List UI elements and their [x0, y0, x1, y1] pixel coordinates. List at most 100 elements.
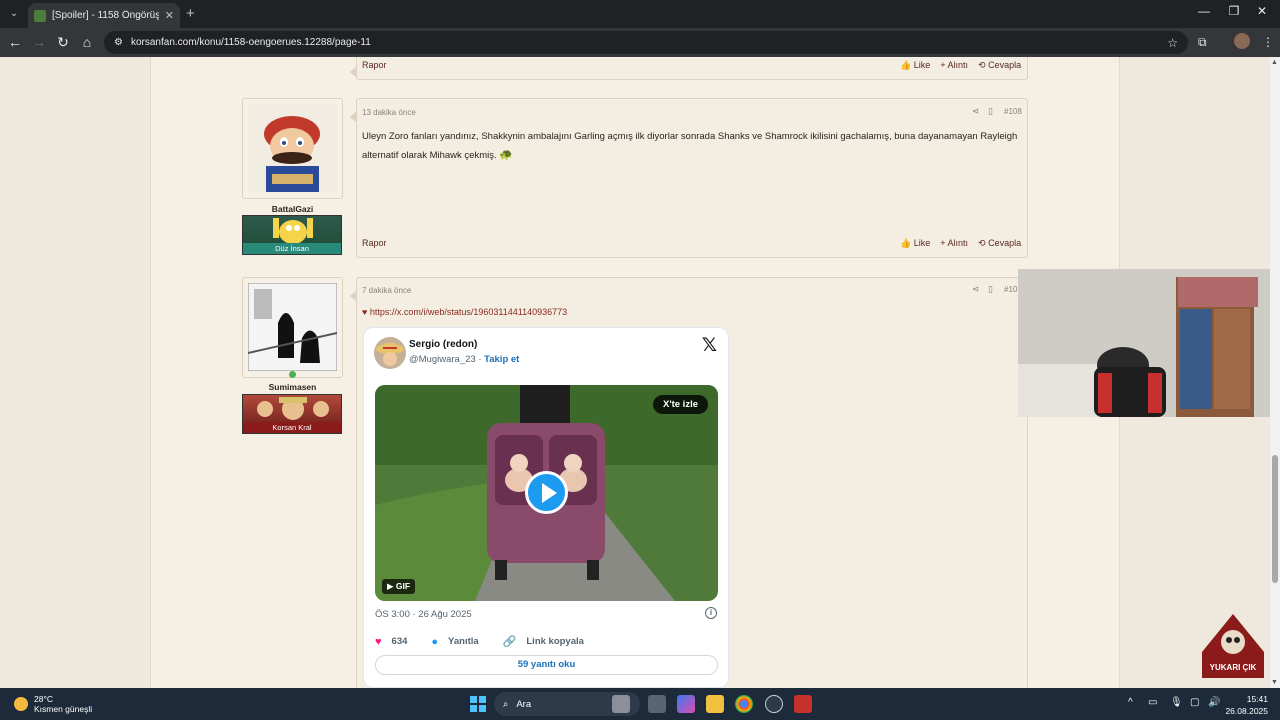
tab-title: [Spoiler] - 1158 Öngörüş | Sayfa — [52, 10, 159, 21]
report-link[interactable]: Rapor — [362, 238, 387, 248]
tweet-author-handle-row: @Mugiwara_23 · Takip et — [409, 354, 520, 365]
forward-icon[interactable]: → — [30, 34, 48, 50]
page-scrollbar[interactable]: ▲ ▼ — [1270, 57, 1280, 688]
like-count[interactable]: 634 — [392, 636, 408, 647]
watch-on-x-button[interactable]: X'te izle — [653, 395, 708, 414]
scroll-top-label: YUKARI ÇIK — [1209, 663, 1257, 672]
address-bar[interactable]: ⚙ korsanfan.com/konu/1158-oengoerues.122… — [104, 31, 1188, 54]
file-explorer-icon[interactable] — [706, 695, 724, 713]
username[interactable]: Sumimasen — [242, 382, 343, 392]
tweet-author-handle[interactable]: @Mugiwara_23 — [409, 354, 476, 365]
back-icon[interactable]: ← — [6, 34, 24, 50]
link-icon[interactable]: 🔗 — [503, 635, 517, 648]
url-text: korsanfan.com/konu/1158-oengoerues.12288… — [130, 37, 371, 48]
browser-toolbar: ← → ↻ ⌂ ⚙ korsanfan.com/konu/1158-oengoe… — [0, 28, 1280, 57]
post-text: Uleyn Zoro fanları yandınız, Shakkynin a… — [362, 131, 1018, 161]
tweet-url: https://x.com/i/web/status/1960311441140… — [369, 307, 568, 317]
browser-tab-strip: ⌄ [Spoiler] - 1158 Öngörüş | Sayfa ✕ + —… — [0, 0, 1280, 28]
rank-label: Korsan Kral — [243, 422, 341, 433]
recording-app-icon[interactable] — [794, 695, 812, 713]
close-window-icon[interactable]: ✕ — [1252, 4, 1272, 18]
extensions-icon[interactable]: ⧉ — [1198, 35, 1207, 50]
task-view-icon[interactable] — [648, 695, 666, 713]
copy-link-button[interactable]: Link kopyala — [526, 636, 584, 647]
read-replies-button[interactable]: 59 yanıtı oku — [375, 655, 718, 675]
copilot-icon[interactable] — [677, 695, 695, 713]
clock-time: 15:41 — [1246, 694, 1268, 704]
search-placeholder: Ara — [516, 698, 532, 710]
windows-taskbar: 28°C Kısmen güneşli ⌕ Ara ^ ▭ 🎙 ▢ 🔊 15:4… — [0, 688, 1280, 720]
post-number[interactable]: #108 — [1004, 107, 1022, 116]
display-icon[interactable]: ▢ — [1190, 697, 1199, 708]
tab-search-icon[interactable]: ⌄ — [6, 6, 22, 22]
weather-widget[interactable]: 28°C Kısmen güneşli — [14, 694, 92, 714]
site-info-icon[interactable]: ⚙ — [114, 37, 123, 48]
volume-icon[interactable]: 🔊 — [1208, 697, 1220, 708]
bookmark-star-icon[interactable]: ☆ — [1167, 36, 1178, 50]
info-icon[interactable]: i — [705, 607, 717, 619]
twitter-bird-icon: ♥ — [362, 307, 368, 317]
x-logo-icon[interactable]: 𝕏 — [702, 334, 717, 357]
bookmark-icon[interactable]: ▯ — [988, 106, 993, 117]
webcam-overlay — [1018, 269, 1280, 417]
share-icon[interactable]: ⋖ — [972, 284, 980, 295]
quote-button[interactable]: + Alıntı — [940, 238, 968, 249]
reply-bubble-icon[interactable]: ● — [431, 636, 438, 648]
post-actions: 👍 Like + Alıntı ⟲ Cevapla — [900, 238, 1021, 249]
heart-icon[interactable]: ♥ — [375, 636, 382, 648]
system-clock[interactable]: 15:41 26.08.2025 — [1225, 693, 1268, 717]
bookmark-icon[interactable]: ▯ — [988, 284, 993, 295]
tweet-actions: ♥ 634 ● Yanıtla 🔗 Link kopyala — [375, 635, 584, 649]
follow-button[interactable]: Takip et — [484, 354, 519, 365]
scroll-up-icon[interactable]: ▲ — [1271, 59, 1278, 66]
share-icon[interactable]: ⋖ — [972, 106, 980, 117]
menu-icon[interactable]: ⋮ — [1262, 35, 1274, 49]
close-tab-icon[interactable]: ✕ — [165, 9, 174, 22]
home-icon[interactable]: ⌂ — [78, 34, 96, 50]
scrollbar-thumb[interactable] — [1272, 455, 1278, 583]
network-icon[interactable]: ▭ — [1148, 697, 1157, 708]
like-button[interactable]: 👍 Like — [900, 238, 930, 249]
scroll-to-top-button[interactable]: YUKARI ÇIK — [1200, 612, 1266, 678]
search-highlight-icon[interactable] — [612, 695, 630, 713]
tweet-author-name[interactable]: Sergio (redon) — [409, 339, 477, 350]
new-tab-icon[interactable]: + — [186, 5, 195, 22]
user-avatar — [248, 283, 337, 371]
minimize-icon[interactable]: — — [1194, 4, 1214, 18]
tweet-author-avatar[interactable] — [374, 337, 406, 369]
gif-badge: ▶ GIF — [382, 579, 416, 594]
start-button[interactable] — [470, 696, 486, 712]
post-number[interactable]: #10 — [1004, 285, 1017, 294]
reply-button[interactable]: Yanıtla — [448, 636, 479, 647]
microphone-icon[interactable]: 🎙 — [1170, 697, 1183, 708]
browser-tab[interactable]: [Spoiler] - 1158 Öngörüş | Sayfa ✕ — [28, 3, 180, 28]
rank-image — [273, 218, 313, 244]
post-body: Uleyn Zoro fanları yandınız, Shakkynin a… — [362, 128, 1022, 165]
username[interactable]: BattalGazi — [242, 204, 343, 214]
user-rank-banner: Düz İnsan — [242, 215, 342, 255]
tweet-media[interactable]: X'te izle ▶ GIF — [375, 385, 718, 601]
reply-button[interactable]: ⟲ Cevapla — [978, 238, 1021, 249]
turtle-emoji-icon: 🐢 — [499, 149, 513, 161]
post — [350, 98, 1028, 258]
profile-avatar-icon[interactable] — [1234, 33, 1250, 49]
embedded-tweet: Sergio (redon) @Mugiwara_23 · Takip et 𝕏 — [363, 327, 729, 688]
user-card[interactable] — [242, 98, 343, 199]
reload-icon[interactable]: ↻ — [54, 34, 72, 51]
user-avatar — [248, 104, 337, 192]
report-link[interactable]: Rapor — [362, 60, 387, 70]
tweet-date[interactable]: ÖS 3:00 · 26 Ağu 2025 — [375, 609, 472, 620]
tray-overflow-icon[interactable]: ^ — [1128, 697, 1133, 708]
user-card[interactable] — [242, 277, 343, 378]
chrome-icon[interactable] — [735, 695, 753, 713]
rank-image — [257, 397, 329, 420]
app-icon[interactable] — [765, 695, 783, 713]
quote-button[interactable]: + Alıntı — [940, 60, 968, 71]
reply-button[interactable]: ⟲ Cevapla — [978, 60, 1021, 71]
like-button[interactable]: 👍 Like — [900, 60, 930, 71]
scroll-down-icon[interactable]: ▼ — [1271, 679, 1278, 686]
play-icon[interactable] — [525, 471, 568, 514]
post-time: 7 dakika önce — [362, 286, 412, 295]
restore-icon[interactable]: ❐ — [1224, 4, 1244, 18]
tweet-link[interactable]: ♥ https://x.com/i/web/status/19603114411… — [362, 307, 567, 317]
